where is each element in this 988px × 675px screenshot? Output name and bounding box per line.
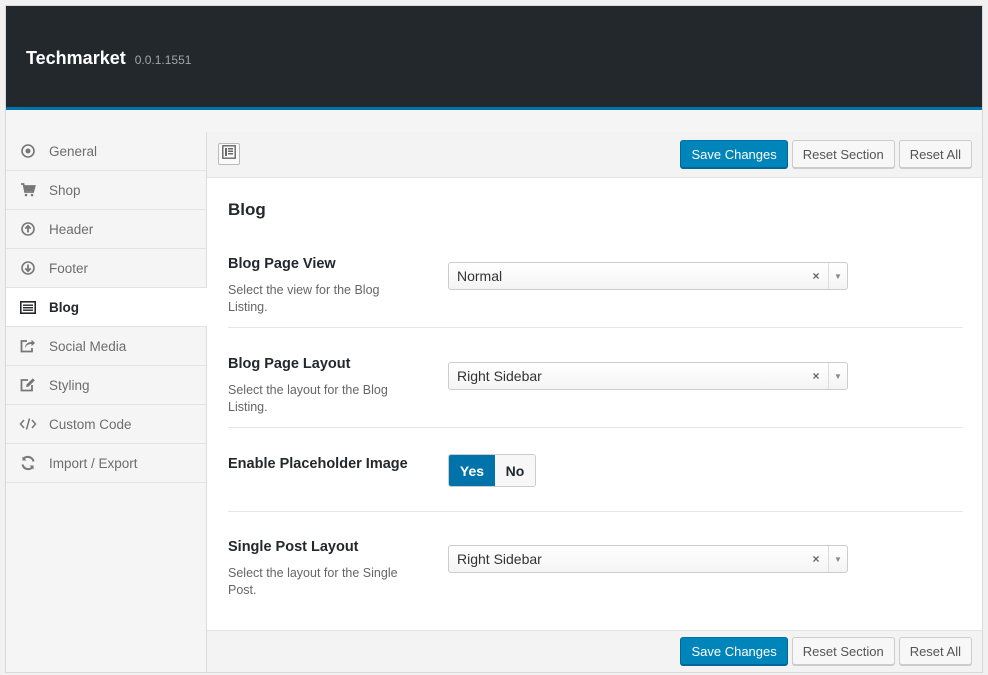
sidebar-item-label: Blog [49,299,79,315]
bottom-button-group: Save Changes Reset Section Reset All [680,637,972,665]
field-label: Single Post Layout [228,539,359,555]
sidebar-item-label: General [49,143,98,159]
clear-icon[interactable]: × [808,369,824,383]
app-title: Techmarket [26,48,126,68]
refresh-icon [19,454,37,472]
reset-all-button[interactable]: Reset All [898,140,972,168]
single-post-layout-select[interactable]: Right Sidebar × ▼ [448,545,848,573]
field-placeholder-image: Enable Placeholder Image Yes No [228,454,963,512]
placeholder-image-switch: Yes No [448,454,536,487]
sidebar-item-import-export[interactable]: Import / Export [6,444,206,483]
blog-page-layout-select[interactable]: Right Sidebar × ▼ [448,362,848,390]
share-icon [19,337,37,355]
sidebar-item-label: Footer [49,260,89,276]
sidebar-item-label: Custom Code [49,416,132,432]
expand-options-button[interactable] [218,143,240,165]
sidebar-item-blog[interactable]: Blog [6,288,207,327]
sidebar-item-header[interactable]: Header [6,210,206,249]
brand: Techmarket 0.0.1.1551 [26,48,191,69]
field-description: Select the layout for the Single Post. [228,566,398,597]
header-bar: Techmarket 0.0.1.1551 [6,6,982,110]
sidebar-item-styling[interactable]: Styling [6,366,206,405]
cart-icon [19,181,37,199]
options-panel: Techmarket 0.0.1.1551 General Shop Heade… [5,5,983,673]
sidebar-item-custom-code[interactable]: Custom Code [6,405,206,444]
clear-icon[interactable]: × [808,552,824,566]
main-content: Save Changes Reset Section Reset All Blo… [207,132,982,672]
sidebar-item-social-media[interactable]: Social Media [6,327,206,366]
field-description: Select the layout for the Blog Listing. [228,383,388,414]
save-changes-button[interactable]: Save Changes [680,140,788,168]
section-title: Blog [228,200,266,219]
arrow-up-circle-icon [19,220,37,238]
sidebar-item-label: Styling [49,377,90,393]
sidebar-item-shop[interactable]: Shop [6,171,206,210]
select-value: Normal [457,268,503,284]
field-blog-page-layout: Blog Page Layout Select the layout for t… [228,356,963,428]
reset-section-button[interactable]: Reset Section [791,637,895,665]
top-button-group: Save Changes Reset Section Reset All [680,140,972,168]
code-icon [19,415,37,433]
select-value: Right Sidebar [457,368,542,384]
switch-yes-button[interactable]: Yes [449,455,495,486]
field-single-post-layout: Single Post Layout Select the layout for… [228,539,963,599]
sidebar-item-label: Social Media [49,338,127,354]
reset-all-button[interactable]: Reset All [898,637,972,665]
panel-layout-icon [222,144,236,164]
sidebar: General Shop Header Footer Blog Social M… [6,132,207,672]
select-value: Right Sidebar [457,551,542,567]
field-blog-page-view: Blog Page View Select the view for the B… [228,256,963,328]
list-icon [19,298,37,316]
sidebar-item-general[interactable]: General [6,132,206,171]
target-circle-icon [19,142,37,160]
sidebar-item-label: Import / Export [49,455,138,471]
field-label: Enable Placeholder Image [228,456,408,472]
field-label: Blog Page Layout [228,356,351,372]
sidebar-item-label: Header [49,221,94,237]
field-label: Blog Page View [228,256,336,272]
top-action-bar: Save Changes Reset Section Reset All [207,132,982,178]
sidebar-item-label: Shop [49,182,81,198]
save-changes-button[interactable]: Save Changes [680,637,788,665]
edit-icon [19,376,37,394]
chevron-down-icon[interactable]: ▼ [828,363,847,389]
arrow-down-circle-icon [19,259,37,277]
reset-section-button[interactable]: Reset Section [791,140,895,168]
chevron-down-icon[interactable]: ▼ [828,263,847,289]
switch-no-button[interactable]: No [495,455,535,486]
app-version: 0.0.1.1551 [134,53,192,67]
field-description: Select the view for the Blog Listing. [228,283,380,314]
clear-icon[interactable]: × [808,269,824,283]
bottom-action-bar: Save Changes Reset Section Reset All [207,630,982,672]
sidebar-item-footer[interactable]: Footer [6,249,206,288]
blog-page-view-select[interactable]: Normal × ▼ [448,262,848,290]
chevron-down-icon[interactable]: ▼ [828,546,847,572]
